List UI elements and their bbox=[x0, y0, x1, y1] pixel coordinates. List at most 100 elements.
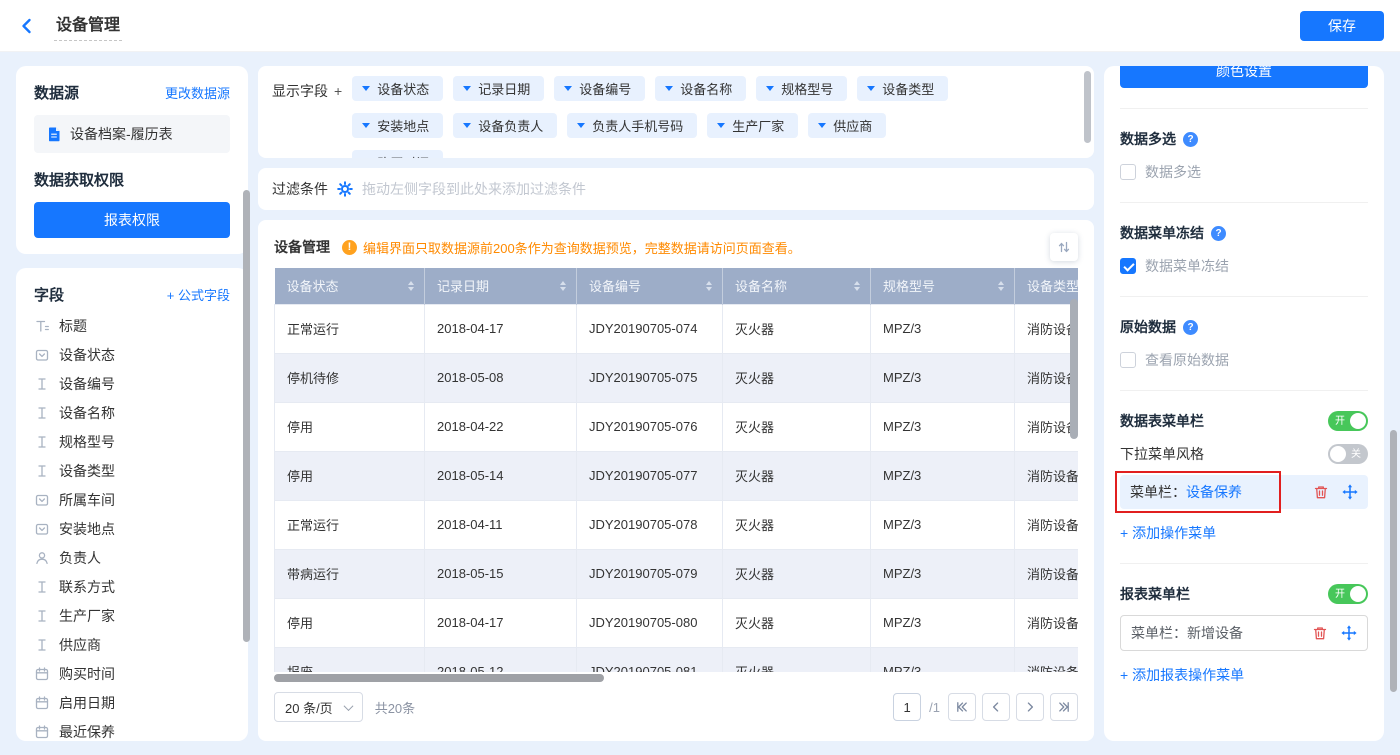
table-row[interactable]: 正常运行 2018-04-11 JDY20190705-078 灭火器 MPZ/3 消防设… bbox=[274, 499, 1078, 550]
multi-select-checkbox[interactable] bbox=[1120, 164, 1136, 180]
display-field-tag[interactable]: 供应商 bbox=[808, 113, 887, 138]
field-item[interactable]: 设备编号 bbox=[34, 369, 230, 398]
table-cell: 2018-05-08 bbox=[424, 352, 577, 403]
move-icon[interactable] bbox=[1341, 625, 1357, 641]
table-row[interactable]: 报废2018-05-12JDY20190705-081灭火器MPZ/3消防设备 bbox=[274, 646, 1078, 672]
table-row[interactable]: 带病运行 2018-05-15 JDY20190705-079 灭火器 MPZ/3 消防设… bbox=[274, 548, 1078, 599]
display-fields-panel: 显示字段 + 设备状态 记录日期 设备编号 设备名称 规格型号 设备类型 安装地点… bbox=[258, 66, 1094, 158]
display-field-tag[interactable]: 设备名称 bbox=[655, 76, 747, 101]
filter-drop-placeholder: 拖动左侧字段到此处来添加过滤条件 bbox=[362, 181, 586, 197]
display-field-tag[interactable]: 购买时间 bbox=[352, 150, 444, 158]
column-header[interactable]: 规格型号 bbox=[870, 268, 1015, 304]
table-cell: MPZ/3 bbox=[870, 597, 1015, 648]
table-panel: 设备管理 ! 编辑界面只取数据源前200条作为查询数据预览，完整数据请访问页面查… bbox=[258, 220, 1094, 741]
table-horizontal-scrollbar[interactable] bbox=[274, 674, 604, 682]
display-field-tag[interactable]: 设备负责人 bbox=[453, 113, 558, 138]
left-sidebar-scrollbar[interactable] bbox=[243, 190, 250, 642]
field-item[interactable]: 供应商 bbox=[34, 630, 230, 659]
field-item[interactable]: 联系方式 bbox=[34, 572, 230, 601]
table-cell: 2018-04-22 bbox=[424, 401, 577, 452]
back-button[interactable] bbox=[16, 15, 38, 37]
add-action-menu-link[interactable]: + 添加操作菜单 bbox=[1120, 523, 1368, 543]
sort-carets-icon[interactable] bbox=[998, 280, 1004, 291]
menu-item-value[interactable]: 设备保养 bbox=[1186, 482, 1242, 502]
display-panel-scrollbar[interactable] bbox=[1084, 71, 1091, 143]
table-row[interactable]: 正常运行 2018-04-17 JDY20190705-074 灭火器 MPZ/3 消防设… bbox=[274, 303, 1078, 354]
menu-item-value[interactable]: 新增设备 bbox=[1187, 623, 1243, 643]
table-row[interactable]: 停机待修 2018-05-08 JDY20190705-075 灭火器 MPZ/3 消防设… bbox=[274, 352, 1078, 403]
menu-freeze-checkbox[interactable] bbox=[1120, 258, 1136, 274]
table-vertical-scrollbar[interactable] bbox=[1070, 299, 1078, 439]
table-menubar-toggle[interactable]: 开 bbox=[1328, 411, 1368, 431]
color-settings-button[interactable]: 颜色设置 bbox=[1120, 66, 1368, 88]
add-formula-field-link[interactable]: + 公式字段 bbox=[167, 285, 230, 304]
move-icon[interactable] bbox=[1342, 484, 1358, 500]
right-panel-scrollbar[interactable] bbox=[1390, 430, 1397, 692]
table-row[interactable]: 停用 2018-04-17 JDY20190705-080 灭火器 MPZ/3 消防设备 bbox=[274, 597, 1078, 648]
title-icon bbox=[34, 318, 50, 334]
raw-data-checkbox[interactable] bbox=[1120, 352, 1136, 368]
page-size-select[interactable]: 20 条/页 bbox=[274, 692, 363, 722]
last-page-button[interactable] bbox=[1050, 693, 1078, 721]
column-header[interactable]: 设备状态 bbox=[274, 268, 425, 304]
field-item[interactable]: 标题 bbox=[34, 311, 230, 340]
display-field-tag[interactable]: 设备类型 bbox=[857, 76, 949, 101]
field-item[interactable]: 安装地点 bbox=[34, 514, 230, 543]
field-item[interactable]: 设备类型 bbox=[34, 456, 230, 485]
calendar-icon bbox=[34, 724, 50, 740]
sort-button[interactable] bbox=[1050, 233, 1078, 261]
column-header[interactable]: 设备类型 bbox=[1014, 268, 1078, 304]
datasource-item[interactable]: 设备档案-履历表 bbox=[34, 115, 230, 153]
sort-carets-icon[interactable] bbox=[854, 280, 860, 291]
dropdown-style-toggle[interactable]: 关 bbox=[1328, 444, 1368, 464]
help-icon[interactable]: ? bbox=[1183, 319, 1198, 335]
prev-page-button[interactable] bbox=[982, 693, 1010, 721]
table-cell: JDY20190705-079 bbox=[576, 548, 723, 599]
add-report-action-menu-link[interactable]: + 添加报表操作菜单 bbox=[1120, 665, 1368, 685]
toggle-knob bbox=[1330, 446, 1346, 462]
trash-icon[interactable] bbox=[1313, 484, 1329, 500]
field-item[interactable]: 最近保养 bbox=[34, 717, 230, 741]
gear-icon[interactable] bbox=[337, 181, 353, 197]
add-display-field-button[interactable]: + bbox=[334, 83, 342, 99]
field-item[interactable]: 购买时间 bbox=[34, 659, 230, 688]
datasource-card: 数据源 更改数据源 设备档案-履历表 数据获取权限 报表权限 bbox=[16, 66, 248, 254]
field-item[interactable]: 设备状态 bbox=[34, 340, 230, 369]
field-item[interactable]: 规格型号 bbox=[34, 427, 230, 456]
help-icon[interactable]: ? bbox=[1183, 131, 1198, 147]
current-page-input[interactable]: 1 bbox=[893, 693, 922, 721]
display-field-tag[interactable]: 记录日期 bbox=[453, 76, 545, 101]
report-menubar-item[interactable]: 菜单栏： 新增设备 bbox=[1120, 615, 1368, 651]
table-cell: JDY20190705-074 bbox=[576, 303, 723, 354]
next-page-button[interactable] bbox=[1016, 693, 1044, 721]
help-icon[interactable]: ? bbox=[1211, 225, 1226, 241]
display-field-tag[interactable]: 设备状态 bbox=[352, 76, 444, 101]
field-item[interactable]: 启用日期 bbox=[34, 688, 230, 717]
display-field-tag[interactable]: 生产厂家 bbox=[707, 113, 799, 138]
sort-carets-icon[interactable] bbox=[560, 280, 566, 291]
first-page-button[interactable] bbox=[948, 693, 976, 721]
report-permission-button[interactable]: 报表权限 bbox=[34, 202, 230, 238]
display-field-tag[interactable]: 规格型号 bbox=[756, 76, 848, 101]
display-field-tag[interactable]: 负责人手机号码 bbox=[567, 113, 698, 138]
display-field-tag[interactable]: 设备编号 bbox=[554, 76, 646, 101]
trash-icon[interactable] bbox=[1312, 625, 1328, 641]
column-header[interactable]: 设备编号 bbox=[576, 268, 723, 304]
sort-carets-icon[interactable] bbox=[706, 280, 712, 291]
field-item[interactable]: 生产厂家 bbox=[34, 601, 230, 630]
field-item[interactable]: 负责人 bbox=[34, 543, 230, 572]
report-menubar-toggle[interactable]: 开 bbox=[1328, 584, 1368, 604]
sort-carets-icon[interactable] bbox=[408, 280, 414, 291]
field-item[interactable]: 设备名称 bbox=[34, 398, 230, 427]
text-icon bbox=[34, 637, 50, 653]
column-header[interactable]: 设备名称 bbox=[722, 268, 871, 304]
change-datasource-link[interactable]: 更改数据源 bbox=[165, 83, 230, 102]
table-row[interactable]: 停用 2018-04-22 JDY20190705-076 灭火器 MPZ/3 消防设备 bbox=[274, 401, 1078, 452]
save-button[interactable]: 保存 bbox=[1300, 10, 1384, 41]
display-field-tag[interactable]: 安装地点 bbox=[352, 113, 444, 138]
field-item[interactable]: 所属车间 bbox=[34, 485, 230, 514]
table-menubar-item[interactable]: 菜单栏： 设备保养 bbox=[1120, 475, 1368, 509]
table-row[interactable]: 停用 2018-05-14 JDY20190705-077 灭火器 MPZ/3 消防设备 bbox=[274, 450, 1078, 501]
column-header[interactable]: 记录日期 bbox=[424, 268, 577, 304]
data-table: 设备状态 记录日期 设备编号 设备名称 规格型号 设备类型 正常运行 2018-0… bbox=[274, 268, 1078, 672]
